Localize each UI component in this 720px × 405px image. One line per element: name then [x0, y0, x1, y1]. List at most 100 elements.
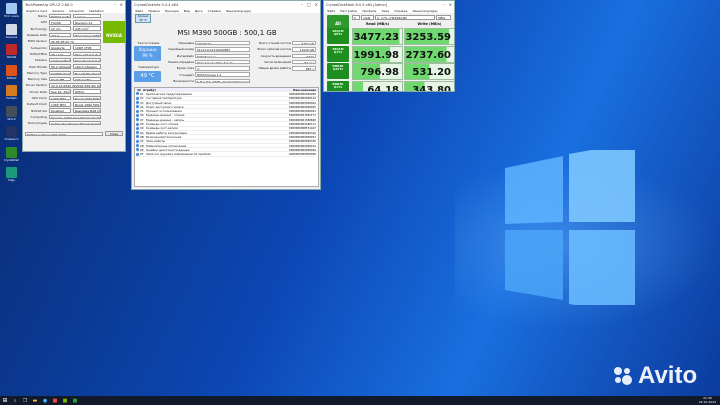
cdi-menu-item[interactable]: Диск — [195, 9, 203, 13]
cdm-menu-item[interactable]: Файл — [327, 9, 335, 13]
test-button[interactable]: SEQ1M Q8T1 — [327, 28, 349, 44]
gpuz-row-label: Default Clock — [26, 102, 47, 107]
drive-select[interactable]: C: 17% (78/465GiB) — [375, 15, 435, 20]
unit-select[interactable]: MB/s — [436, 15, 451, 20]
test-button[interactable]: RND4K Q32T1 — [327, 63, 349, 79]
close-icon[interactable]: × — [449, 2, 452, 7]
task-view-icon[interactable]: ❐ — [20, 398, 30, 404]
edge-taskbar-icon[interactable]: ● — [40, 398, 50, 404]
gpuz-rows: NameNVIDIA GeForce RTX 2060Lookup GPUTU10… — [23, 13, 103, 126]
desktop-icon[interactable]: AIDA64 — [4, 44, 19, 59]
cdi-menu-item[interactable]: Функции — [165, 9, 179, 13]
gpuz-tab[interactable]: Sensors — [52, 9, 64, 13]
cdm-titlebar[interactable]: CrystalDiskMark 8.0.5 x64 [Admin] – × — [324, 1, 454, 8]
gpuz-taskbar-icon[interactable]: ■ — [60, 398, 70, 404]
size-select[interactable]: 1GiB — [361, 15, 374, 20]
cdm-menu-item[interactable]: Настройки — [340, 9, 357, 13]
gpuz-row-label: Memory Size — [27, 77, 47, 82]
desktop-icon[interactable]: Этот компьютер — [4, 3, 19, 18]
gpuz-row-extra: DirectX 12 (12_2) — [73, 57, 101, 63]
gpuz-row-value: 6144 MB — [49, 76, 71, 82]
gpuz-window[interactable]: TechPowerUp GPU-Z 2.60.0 – × Graphics Car… — [22, 0, 126, 152]
gpuz-tab[interactable]: Advanced — [69, 9, 84, 13]
cdm-menu-item[interactable]: Тема — [381, 9, 389, 13]
minimize-icon[interactable]: – — [443, 2, 445, 7]
cdm-menu-item[interactable]: Справка — [394, 9, 407, 13]
crystaldiskmark-window[interactable]: CrystalDiskMark 8.0.5 x64 [Admin] – × Фай… — [323, 0, 455, 92]
desktop-icon[interactable]: GPU-Z — [4, 105, 19, 121]
gpuz-row-label: Technology — [30, 26, 47, 31]
smart-row[interactable]: 0F Записи в журнале информации об ошибках… — [135, 152, 318, 157]
gpuz-row-value: TU106 — [49, 20, 71, 25]
info-rvalue: 845 ч — [292, 66, 316, 71]
info-label: Буква тома — [176, 66, 194, 71]
cdi-menu: Файл Правка Функции Вид Диск Справка Язык(Lang… — [132, 8, 320, 13]
explorer-icon[interactable]: ▬ — [30, 398, 40, 404]
search-icon[interactable]: ⌕ — [10, 398, 20, 404]
close-icon[interactable]: × — [315, 2, 318, 7]
gpuz-close-button[interactable]: Close — [105, 131, 123, 137]
minimize-icon[interactable]: – — [114, 2, 116, 7]
smart-table[interactable]: ID Атрибут Raw-значения 01 Критические пр… — [134, 87, 319, 187]
gpuz-row-value: 48 / 120 — [49, 51, 71, 57]
cdi-menu-item[interactable]: Справка — [208, 9, 221, 13]
info-rvalue: ---- (SSD) — [292, 53, 316, 58]
desktop-icon[interactable]: Cinebench — [4, 126, 19, 141]
clock[interactable]: 21:46 02.10.2024 — [699, 396, 720, 404]
nvidia-logo-text: NVIDIA — [106, 33, 122, 38]
gpuz-tab[interactable]: Graphics Card — [26, 9, 47, 13]
start-button[interactable]: ⊞ — [0, 396, 10, 405]
desktop-icon-label: FurMark — [6, 97, 17, 100]
cdi-titlebar[interactable]: CrystalDiskInfo 9.4.4 x64 – □ × — [132, 1, 320, 8]
status-dot-icon — [136, 148, 139, 152]
maximize-icon[interactable]: □ — [307, 2, 311, 7]
write-header: Write (MB/s) — [417, 22, 442, 26]
gpuz-row-label: Name — [38, 14, 47, 19]
cdm-menu-item[interactable]: Язык(Language) — [412, 9, 437, 13]
status-dot-icon — [136, 105, 139, 109]
test-button[interactable]: SEQ1M Q1T1 — [327, 45, 349, 62]
desktop-icon[interactable]: 3DMark — [4, 64, 19, 80]
card-select[interactable]: NVIDIA GeForce RTX 2060 — [25, 131, 103, 137]
desktop-icon[interactable]: FurMark — [4, 85, 19, 100]
desktop-icon-label: Корзина — [5, 35, 18, 39]
info-value: C: — [195, 66, 250, 71]
cdi-menu-item[interactable]: Файл — [135, 9, 143, 13]
avito-logo-icon — [614, 367, 632, 385]
aida-taskbar-icon[interactable]: ■ — [50, 398, 60, 404]
desktop-icon[interactable]: Корзина — [4, 23, 19, 39]
minimize-icon[interactable]: – — [301, 2, 303, 7]
close-icon[interactable]: × — [120, 2, 123, 7]
gpuz-row-label: Technologies — [27, 121, 47, 126]
gpuz-row-value: Sep 26, 2024 — [49, 89, 71, 94]
gpuz-row-extra: WHQL — [73, 89, 101, 94]
gpuz-row-value: 90.06.3E.00.70 — [49, 39, 101, 44]
info-rlabel: Общее время работы — [258, 66, 291, 71]
cdi-menu-item[interactable]: Вид — [184, 9, 190, 13]
drive-tab[interactable]: Хорошо 49 °C — [135, 14, 151, 23]
gpuz-row-label: Driver Version — [25, 83, 47, 88]
desktop-icon[interactable]: CrystalDiskMark — [4, 146, 19, 162]
status-dot-icon — [136, 96, 139, 100]
gpuz-row-label: GPU — [40, 20, 47, 25]
status-dot-icon — [136, 131, 139, 135]
crystaldiskinfo-window[interactable]: CrystalDiskInfo 9.4.4 x64 – □ × Файл Правка… — [131, 0, 321, 190]
count-select[interactable]: 5 — [352, 15, 360, 20]
desktop-icon-label: Этот компьютер — [4, 15, 19, 18]
desktop-icon[interactable]: Edge — [4, 167, 19, 182]
gpuz-row-label: Driver Date — [29, 89, 47, 94]
write-result: 343.80 — [404, 80, 454, 91]
cdm-taskbar-icon[interactable]: ■ — [70, 398, 80, 404]
test-button[interactable]: RND4K Q1T1 — [327, 80, 349, 91]
cdm-menu-item[interactable]: Профиль — [362, 9, 376, 13]
write-result: 531.20 — [404, 63, 454, 80]
gpuz-row-extra: Lookup — [73, 13, 101, 19]
cdi-menu-item[interactable]: Язык(Language) — [226, 9, 251, 13]
cdm-menu: Файл Настройки Профиль Тема Справка Язык(Lang… — [324, 8, 454, 13]
cdi-menu-item[interactable]: Правка — [148, 9, 159, 13]
write-result: 2737.60 — [404, 45, 454, 63]
gpuz-titlebar[interactable]: TechPowerUp GPU-Z 2.60.0 – × — [23, 1, 125, 8]
gpuz-row-value: GDDR6 (Samsung) — [49, 70, 71, 76]
cdi-info: Прошивка SHXM023 Всего чтений хостом 8300 G… — [164, 40, 319, 84]
gpuz-tab[interactable]: Validation — [89, 9, 104, 13]
